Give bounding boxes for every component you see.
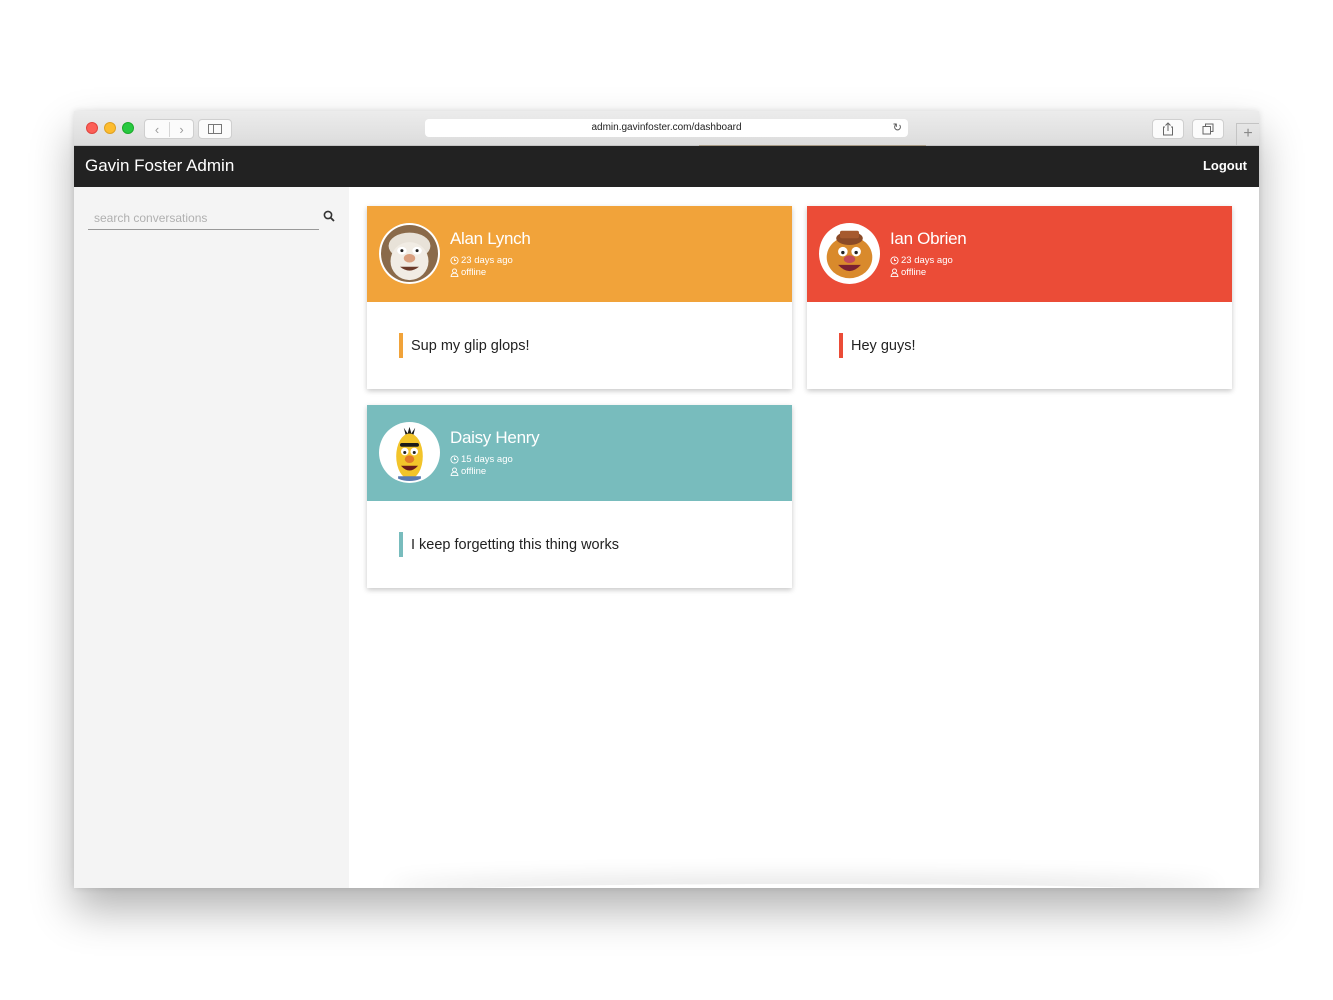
muppet-yellow-unibrow-avatar: [381, 424, 438, 481]
new-tab-button[interactable]: +: [1236, 123, 1259, 146]
user-icon: [450, 467, 459, 476]
conversation-card[interactable]: Ian Obrien 23 days ago offline Hey guys!: [807, 206, 1232, 389]
avatar: [379, 223, 440, 284]
presence-text: offline: [461, 466, 487, 477]
user-icon: [450, 268, 459, 277]
presence-text: offline: [901, 267, 927, 278]
clock-icon: [450, 256, 459, 265]
message-text: I keep forgetting this thing works: [411, 536, 619, 553]
browser-toolbar: ‹ › admin.gavinfoster.com/dashboard ↻ +: [74, 111, 1259, 147]
sidebar: [74, 187, 349, 888]
clock-icon: [890, 256, 899, 265]
url-text: admin.gavinfoster.com/dashboard: [591, 122, 742, 133]
logout-link[interactable]: Logout: [1203, 158, 1247, 173]
message-preview: Hey guys!: [839, 333, 915, 358]
conversation-card[interactable]: Daisy Henry 15 days ago offline I keep f…: [367, 405, 792, 588]
share-icon: [1163, 122, 1173, 136]
contact-name: Alan Lynch: [450, 229, 531, 248]
last-active: 15 days ago: [450, 454, 513, 465]
search-box: [88, 207, 319, 230]
presence-text: offline: [461, 267, 487, 278]
sidebar-toggle-button[interactable]: [198, 119, 232, 139]
last-active-text: 23 days ago: [461, 255, 513, 266]
back-icon[interactable]: ‹: [145, 122, 169, 137]
avatar: [819, 223, 880, 284]
browser-window: ‹ › admin.gavinfoster.com/dashboard ↻ + …: [74, 111, 1259, 888]
avatar: [379, 422, 440, 483]
search-icon[interactable]: [323, 210, 335, 222]
user-icon: [890, 268, 899, 277]
muppet-bear-avatar: [821, 225, 878, 282]
sidebar-icon: [208, 124, 222, 134]
presence-status: offline: [450, 466, 486, 477]
last-active: 23 days ago: [450, 255, 513, 266]
quote-accent-bar: [399, 333, 403, 358]
close-window-button[interactable]: [86, 122, 98, 134]
presence-status: offline: [890, 267, 926, 278]
contact-name: Daisy Henry: [450, 428, 540, 447]
card-header: Daisy Henry 15 days ago offline: [367, 405, 792, 501]
contact-name: Ian Obrien: [890, 229, 967, 248]
app-header: Gavin Foster Admin Logout: [74, 146, 1259, 187]
minimize-window-button[interactable]: [104, 122, 116, 134]
scroll-shadow: [389, 884, 1219, 888]
show-tabs-button[interactable]: [1192, 119, 1224, 139]
quote-accent-bar: [399, 532, 403, 557]
card-header: Ian Obrien 23 days ago offline: [807, 206, 1232, 302]
muppet-white-beard-avatar: [381, 225, 438, 282]
card-header: Alan Lynch 23 days ago offline: [367, 206, 792, 302]
app-title: Gavin Foster Admin: [85, 156, 235, 175]
last-active: 23 days ago: [890, 255, 953, 266]
last-active-text: 15 days ago: [461, 454, 513, 465]
message-preview: Sup my glip glops!: [399, 333, 529, 358]
history-nav: ‹ ›: [144, 119, 194, 139]
conversation-card[interactable]: Alan Lynch 23 days ago offline Sup my gl…: [367, 206, 792, 389]
tabs-icon: [1202, 123, 1214, 135]
message-preview: I keep forgetting this thing works: [399, 532, 619, 557]
clock-icon: [450, 455, 459, 464]
zoom-window-button[interactable]: [122, 122, 134, 134]
presence-status: offline: [450, 267, 486, 278]
conversation-grid: Alan Lynch 23 days ago offline Sup my gl…: [349, 187, 1259, 888]
forward-icon[interactable]: ›: [168, 121, 193, 137]
address-bar[interactable]: admin.gavinfoster.com/dashboard ↻: [425, 119, 908, 137]
share-button[interactable]: [1152, 119, 1184, 139]
search-input[interactable]: [88, 207, 319, 229]
last-active-text: 23 days ago: [901, 255, 953, 266]
message-text: Sup my glip glops!: [411, 337, 530, 354]
reload-icon[interactable]: ↻: [893, 119, 902, 137]
message-text: Hey guys!: [851, 337, 916, 354]
quote-accent-bar: [839, 333, 843, 358]
